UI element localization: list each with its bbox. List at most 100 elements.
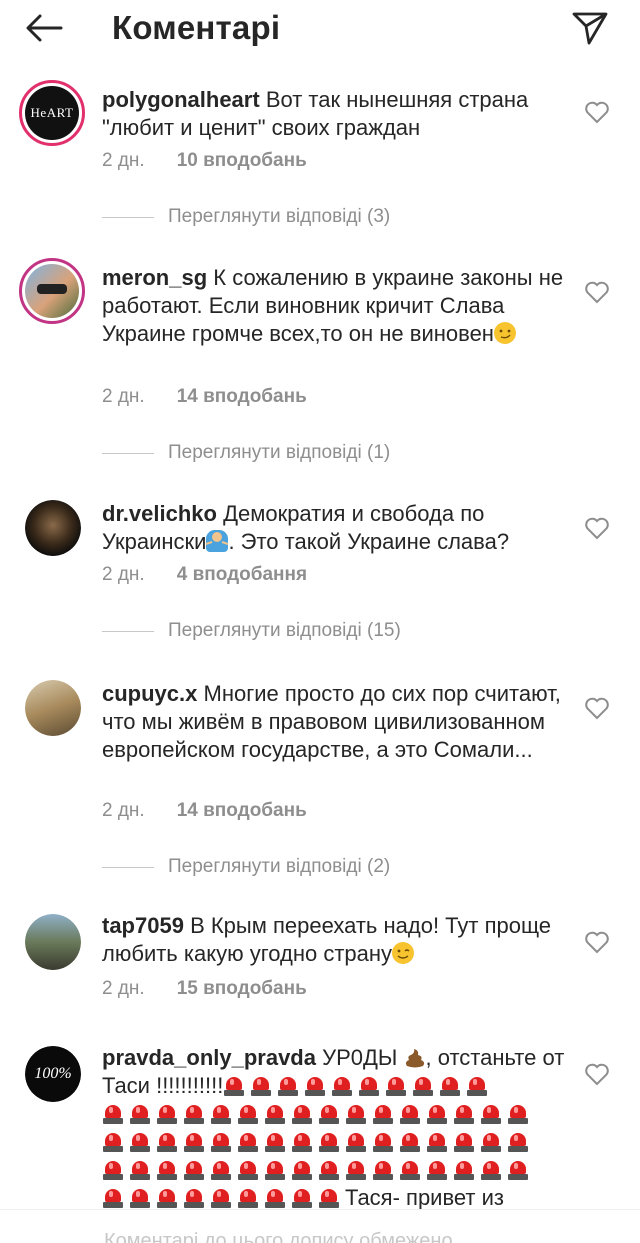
police-light-emoji-icon bbox=[372, 1131, 394, 1153]
police-light-emoji-icon bbox=[210, 1131, 232, 1153]
comment-time: 2 дн. bbox=[102, 150, 145, 171]
police-light-emoji-icon bbox=[345, 1159, 367, 1181]
police-light-emoji-icon bbox=[291, 1131, 313, 1153]
police-light-emoji-icon bbox=[507, 1159, 529, 1181]
siren-emoji-row bbox=[223, 1073, 493, 1098]
page-title: Коментарі bbox=[112, 9, 281, 46]
police-light-emoji-icon bbox=[210, 1187, 232, 1209]
police-light-emoji-icon bbox=[250, 1075, 272, 1097]
avatar[interactable] bbox=[19, 258, 85, 324]
police-light-emoji-icon bbox=[223, 1075, 245, 1097]
comment-time: 2 дн. bbox=[102, 386, 145, 407]
comment-likes[interactable]: 10 вподобань bbox=[177, 150, 307, 172]
police-light-emoji-icon bbox=[466, 1075, 488, 1097]
police-light-emoji-icon bbox=[318, 1159, 340, 1181]
heart-icon[interactable] bbox=[584, 280, 610, 304]
divider-line bbox=[102, 630, 154, 632]
person-shrugging-emoji-icon bbox=[206, 530, 229, 552]
siren-emoji-line bbox=[102, 1100, 572, 1128]
comment-username[interactable]: dr.velichko bbox=[102, 501, 217, 526]
police-light-emoji-icon bbox=[237, 1187, 259, 1209]
police-light-emoji-icon bbox=[453, 1103, 475, 1125]
police-light-emoji-icon bbox=[183, 1159, 205, 1181]
comment-likes[interactable]: 4 вподобання bbox=[177, 564, 307, 586]
avatar[interactable] bbox=[25, 500, 81, 556]
comment-body: pravda_only_pravda УР0ДЫ , отстаньте от … bbox=[102, 1044, 572, 1212]
comment-body: cupuyc.x Многие просто до сих пор считаю… bbox=[102, 680, 572, 764]
comment-username[interactable]: polygonalheart bbox=[102, 87, 260, 112]
police-light-emoji-icon bbox=[264, 1103, 286, 1125]
avatar[interactable] bbox=[25, 914, 81, 970]
police-light-emoji-icon bbox=[237, 1131, 259, 1153]
siren-emoji-line: Тася- привет из bbox=[102, 1184, 572, 1212]
comment-username[interactable]: meron_sg bbox=[102, 265, 207, 290]
siren-emoji-line bbox=[102, 1128, 572, 1156]
police-light-emoji-icon bbox=[237, 1103, 259, 1125]
avatar-logo-text: 100% bbox=[34, 1065, 72, 1082]
comment-meta: 2 дн. 14 вподобань bbox=[102, 800, 307, 822]
comment-text-continued: . Это такой Украине слава? bbox=[228, 529, 510, 554]
police-light-emoji-icon bbox=[183, 1103, 205, 1125]
divider-line bbox=[102, 866, 154, 868]
police-light-emoji-icon bbox=[291, 1103, 313, 1125]
view-replies-label: Переглянути відповіді (15) bbox=[168, 620, 401, 641]
police-light-emoji-icon bbox=[210, 1103, 232, 1125]
comment-likes[interactable]: 14 вподобань bbox=[177, 386, 307, 408]
comment-likes[interactable]: 15 вподобань bbox=[177, 978, 307, 1000]
comment-meta: 2 дн. 14 вподобань bbox=[102, 386, 307, 408]
divider-line bbox=[102, 216, 154, 218]
comment-text-tail: Тася- привет из bbox=[345, 1185, 504, 1210]
police-light-emoji-icon bbox=[480, 1159, 502, 1181]
police-light-emoji-icon bbox=[399, 1103, 421, 1125]
police-light-emoji-icon bbox=[183, 1131, 205, 1153]
smirk-emoji-icon bbox=[493, 322, 516, 344]
comment-username[interactable]: pravda_only_pravda bbox=[102, 1045, 316, 1070]
police-light-emoji-icon bbox=[345, 1103, 367, 1125]
heart-icon[interactable] bbox=[584, 696, 610, 720]
police-light-emoji-icon bbox=[453, 1131, 475, 1153]
pile-of-poo-emoji-icon bbox=[404, 1046, 426, 1068]
send-button[interactable] bbox=[568, 6, 612, 50]
police-light-emoji-icon bbox=[412, 1075, 434, 1097]
heart-icon[interactable] bbox=[584, 1062, 610, 1086]
view-replies-label: Переглянути відповіді (2) bbox=[168, 856, 391, 877]
police-light-emoji-icon bbox=[372, 1103, 394, 1125]
comment-likes[interactable]: 14 вподобань bbox=[177, 800, 307, 822]
police-light-emoji-icon bbox=[480, 1103, 502, 1125]
avatar[interactable]: HeART bbox=[19, 80, 85, 146]
police-light-emoji-icon bbox=[480, 1131, 502, 1153]
police-light-emoji-icon bbox=[453, 1159, 475, 1181]
view-replies-button[interactable]: Переглянути відповіді (3) bbox=[102, 206, 390, 228]
header: Коментарі bbox=[0, 0, 640, 58]
heart-icon[interactable] bbox=[584, 100, 610, 124]
police-light-emoji-icon bbox=[318, 1103, 340, 1125]
avatar-logo-text: HeART bbox=[30, 105, 74, 120]
avatar[interactable]: 100% bbox=[25, 1046, 81, 1102]
police-light-emoji-icon bbox=[156, 1131, 178, 1153]
heart-icon[interactable] bbox=[584, 516, 610, 540]
comment-username[interactable]: cupuyc.x bbox=[102, 681, 197, 706]
siren-emoji-line bbox=[102, 1156, 572, 1184]
view-replies-button[interactable]: Переглянути відповіді (2) bbox=[102, 856, 390, 878]
police-light-emoji-icon bbox=[237, 1159, 259, 1181]
comment-time: 2 дн. bbox=[102, 800, 145, 821]
police-light-emoji-icon bbox=[291, 1159, 313, 1181]
back-button[interactable] bbox=[22, 8, 66, 48]
comment-body: meron_sg К сожалению в украине законы не… bbox=[102, 264, 572, 348]
comment-time: 2 дн. bbox=[102, 564, 145, 585]
police-light-emoji-icon bbox=[439, 1075, 461, 1097]
view-replies-button[interactable]: Переглянути відповіді (1) bbox=[102, 442, 390, 464]
police-light-emoji-icon bbox=[277, 1075, 299, 1097]
comment-meta: 2 дн. 15 вподобань bbox=[102, 978, 307, 1000]
comment-username[interactable]: tap7059 bbox=[102, 913, 184, 938]
comment-body: dr.velichko Демократия и свобода по Укра… bbox=[102, 500, 572, 556]
police-light-emoji-icon bbox=[129, 1131, 151, 1153]
police-light-emoji-icon bbox=[345, 1131, 367, 1153]
police-light-emoji-icon bbox=[129, 1103, 151, 1125]
avatar[interactable] bbox=[25, 680, 81, 736]
police-light-emoji-icon bbox=[426, 1159, 448, 1181]
comment-meta: 2 дн. 10 вподобань bbox=[102, 150, 307, 172]
view-replies-button[interactable]: Переглянути відповіді (15) bbox=[102, 620, 401, 642]
heart-icon[interactable] bbox=[584, 930, 610, 954]
view-replies-label: Переглянути відповіді (3) bbox=[168, 206, 391, 227]
